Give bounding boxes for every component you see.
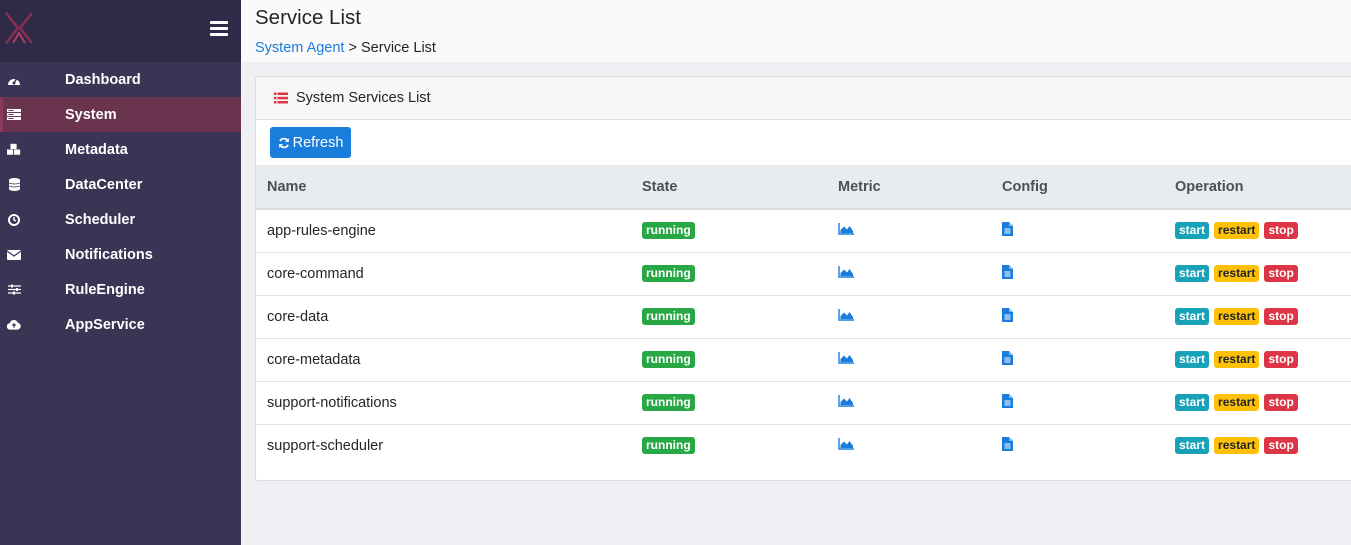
refresh-label: Refresh bbox=[292, 134, 344, 151]
main-content: Service List System Agent > Service List… bbox=[241, 0, 1351, 545]
sidebar-item-label: AppService bbox=[65, 316, 145, 333]
sidebar-nav: Dashboard System Metadata DataCenter Sch… bbox=[0, 62, 241, 342]
sliders-icon bbox=[7, 283, 21, 296]
dashboard-icon bbox=[7, 73, 21, 86]
table-row: support-scheduler running start restart … bbox=[256, 424, 1351, 467]
area-chart-icon[interactable] bbox=[838, 265, 854, 278]
area-chart-icon[interactable] bbox=[838, 351, 854, 364]
start-button[interactable]: start bbox=[1175, 222, 1210, 240]
refresh-icon bbox=[278, 137, 289, 148]
column-header-state: State bbox=[642, 165, 838, 210]
state-badge: running bbox=[642, 308, 695, 325]
sidebar-item-ruleengine[interactable]: RuleEngine bbox=[0, 272, 241, 307]
restart-button[interactable]: restart bbox=[1214, 265, 1260, 282]
stop-button[interactable]: stop bbox=[1264, 308, 1298, 325]
restart-button[interactable]: restart bbox=[1214, 394, 1260, 411]
services-card: System Services List Refresh Name State … bbox=[255, 76, 1351, 481]
breadcrumb-current: Service List bbox=[361, 40, 436, 56]
table-row: core-metadata running start restart stop bbox=[256, 338, 1351, 381]
sidebar-item-notifications[interactable]: Notifications bbox=[0, 237, 241, 272]
stop-button[interactable]: stop bbox=[1264, 394, 1298, 411]
sidebar-header bbox=[0, 0, 241, 62]
sidebar-item-label: Notifications bbox=[65, 246, 153, 263]
page-title: Service List bbox=[255, 6, 361, 29]
file-text-icon[interactable] bbox=[1002, 436, 1013, 451]
sidebar-item-metadata[interactable]: Metadata bbox=[0, 132, 241, 167]
file-text-icon[interactable] bbox=[1002, 393, 1013, 408]
start-button[interactable]: start bbox=[1175, 394, 1210, 411]
table-header-row: Name State Metric Config Operation bbox=[256, 165, 1351, 210]
cloud-upload-icon bbox=[7, 318, 21, 331]
file-text-icon[interactable] bbox=[1002, 221, 1013, 236]
menu-toggle-icon[interactable] bbox=[210, 21, 228, 37]
table-row: core-command running start restart stop bbox=[256, 252, 1351, 295]
stop-button[interactable]: stop bbox=[1264, 351, 1298, 368]
envelope-icon bbox=[7, 248, 21, 261]
clock-icon bbox=[7, 213, 21, 226]
server-icon bbox=[7, 108, 21, 121]
service-name: core-metadata bbox=[267, 351, 361, 368]
file-text-icon[interactable] bbox=[1002, 350, 1013, 365]
restart-button[interactable]: restart bbox=[1214, 351, 1260, 368]
service-name: app-rules-engine bbox=[267, 222, 376, 239]
stop-button[interactable]: stop bbox=[1264, 437, 1298, 455]
sidebar-item-label: RuleEngine bbox=[65, 281, 145, 298]
database-icon bbox=[7, 178, 21, 191]
sidebar-item-label: DataCenter bbox=[65, 176, 143, 193]
state-badge: running bbox=[642, 222, 695, 240]
list-icon bbox=[274, 92, 288, 104]
sidebar-item-dashboard[interactable]: Dashboard bbox=[0, 62, 241, 97]
area-chart-icon[interactable] bbox=[838, 222, 854, 235]
sidebar-item-appservice[interactable]: AppService bbox=[0, 307, 241, 342]
restart-button[interactable]: restart bbox=[1214, 308, 1260, 325]
state-badge: running bbox=[642, 265, 695, 282]
service-name: core-command bbox=[267, 265, 364, 282]
sidebar-item-datacenter[interactable]: DataCenter bbox=[0, 167, 241, 202]
state-badge: running bbox=[642, 351, 695, 368]
start-button[interactable]: start bbox=[1175, 437, 1210, 455]
stop-button[interactable]: stop bbox=[1264, 265, 1298, 282]
column-header-metric: Metric bbox=[838, 165, 1002, 210]
sidebar: Dashboard System Metadata DataCenter Sch… bbox=[0, 0, 241, 545]
service-name: support-scheduler bbox=[267, 437, 384, 454]
breadcrumb: System Agent > Service List bbox=[255, 40, 1337, 56]
card-title: System Services List bbox=[296, 90, 431, 106]
area-chart-icon[interactable] bbox=[838, 437, 854, 450]
logo-icon bbox=[5, 12, 33, 44]
page-header: Service List System Agent > Service List bbox=[241, 0, 1351, 62]
start-button[interactable]: start bbox=[1175, 265, 1210, 282]
column-header-config: Config bbox=[1002, 165, 1175, 210]
breadcrumb-link-system-agent[interactable]: System Agent bbox=[255, 40, 344, 56]
breadcrumb-separator: > bbox=[348, 40, 357, 56]
sidebar-item-label: System bbox=[65, 106, 117, 123]
file-text-icon[interactable] bbox=[1002, 307, 1013, 322]
services-table: Name State Metric Config Operation app-r… bbox=[256, 165, 1351, 467]
column-header-name: Name bbox=[256, 165, 642, 210]
service-name: core-data bbox=[267, 308, 329, 325]
state-badge: running bbox=[642, 394, 695, 411]
table-row: support-notifications running start rest… bbox=[256, 381, 1351, 424]
area-chart-icon[interactable] bbox=[838, 394, 854, 407]
start-button[interactable]: start bbox=[1175, 351, 1210, 368]
area-chart-icon[interactable] bbox=[838, 308, 854, 321]
sidebar-item-system[interactable]: System bbox=[0, 97, 241, 132]
service-name: support-notifications bbox=[267, 394, 397, 411]
table-row: core-data running start restart stop bbox=[256, 295, 1351, 338]
restart-button[interactable]: restart bbox=[1214, 437, 1260, 455]
start-button[interactable]: start bbox=[1175, 308, 1210, 325]
restart-button[interactable]: restart bbox=[1214, 222, 1260, 240]
refresh-button[interactable]: Refresh bbox=[270, 127, 351, 158]
state-badge: running bbox=[642, 437, 695, 455]
card-header: System Services List bbox=[256, 77, 1351, 120]
sidebar-item-label: Metadata bbox=[65, 141, 128, 158]
sidebar-item-label: Scheduler bbox=[65, 211, 136, 228]
column-header-operation: Operation bbox=[1175, 165, 1351, 210]
file-text-icon[interactable] bbox=[1002, 264, 1013, 279]
sidebar-item-label: Dashboard bbox=[65, 71, 141, 88]
stop-button[interactable]: stop bbox=[1264, 222, 1298, 240]
cubes-icon bbox=[7, 143, 21, 156]
sidebar-item-scheduler[interactable]: Scheduler bbox=[0, 202, 241, 237]
table-row: app-rules-engine running start restart s… bbox=[256, 209, 1351, 252]
